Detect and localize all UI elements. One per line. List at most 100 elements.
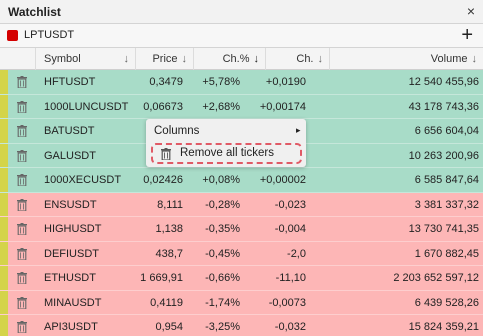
row-color-marker [0, 315, 8, 336]
cell-change-percent: -0,35% [205, 223, 240, 235]
row-color-marker [0, 70, 8, 94]
sort-arrow-icon: ↓ [471, 53, 478, 65]
sort-arrow-active-icon: ↓ [253, 53, 260, 65]
cell-symbol: HIGHUSDT [44, 223, 102, 235]
cell-change: -0,0073 [268, 296, 306, 309]
cell-change: -2,0 [287, 247, 306, 260]
menu-item-remove-all-tickers[interactable]: Remove all tickers [151, 143, 302, 164]
cell-price: 0,3479 [149, 76, 183, 88]
cell-change-percent: +5,78% [202, 76, 240, 88]
row-color-marker [0, 217, 8, 241]
table-row[interactable]: ENSUSDT 8,111 -0,28% -0,023 3 381 337,32 [0, 192, 483, 217]
trash-icon[interactable] [17, 223, 27, 235]
cell-change: +0,00174 [259, 100, 306, 113]
trash-icon[interactable] [17, 247, 27, 260]
cell-change: -0,032 [274, 321, 306, 333]
cell-change-percent: +0,08% [202, 174, 240, 186]
cell-change: +0,0190 [265, 76, 306, 88]
cell-symbol: BATUSDT [44, 125, 95, 137]
cell-volume: 13 730 741,35 [408, 223, 479, 235]
menu-item-label: Remove all tickers [180, 147, 274, 159]
sort-arrow-icon: ↓ [123, 53, 130, 65]
cell-change: -0,023 [274, 198, 306, 211]
cell-change-percent: -0,66% [205, 272, 240, 284]
cell-volume: 6 656 604,04 [414, 125, 479, 137]
row-color-marker [0, 168, 8, 192]
column-header-volume[interactable]: Volume ↓ [330, 48, 483, 70]
cell-symbol: 1000LUNCUSDT [44, 100, 129, 113]
column-header-label: Ch.% [222, 53, 250, 65]
table-header: Symbol ↓ Price ↓ Ch.% ↓ Ch. ↓ Volume ↓ [0, 48, 483, 70]
cell-price: 0,02426 [143, 174, 183, 186]
current-symbol[interactable]: LPTUSDT [24, 29, 74, 41]
row-color-marker [0, 290, 8, 314]
close-icon[interactable]: × [467, 3, 475, 19]
column-header-change-percent[interactable]: Ch.% ↓ [194, 48, 266, 70]
cell-volume: 43 178 743,36 [408, 100, 479, 113]
cell-symbol: MINAUSDT [44, 296, 102, 309]
row-color-marker [0, 266, 8, 290]
ticker-table: HFTUSDT 0,3479 +5,78% +0,0190 12 540 455,96 1… [0, 70, 483, 336]
cell-symbol: DEFIUSDT [44, 247, 99, 260]
row-color-marker [0, 143, 8, 167]
row-color-marker [0, 192, 8, 216]
trash-icon[interactable] [17, 125, 27, 137]
context-menu: Columns ▸ Remove all tickers [146, 119, 306, 167]
menu-item-columns[interactable]: Columns ▸ [154, 125, 301, 137]
cell-change-percent: +2,68% [202, 100, 240, 113]
row-color-marker [0, 241, 8, 265]
column-header-label: Symbol [44, 53, 81, 65]
table-row[interactable]: MINAUSDT 0,4119 -1,74% -0,0073 6 439 528,26 [0, 290, 483, 315]
sort-arrow-icon: ↓ [181, 53, 188, 65]
cell-volume: 3 381 337,32 [414, 198, 479, 211]
table-row[interactable]: 1000LUNCUSDT 0,06673 +2,68% +0,00174 43 178 … [0, 94, 483, 119]
cell-symbol: API3USDT [44, 321, 98, 333]
cell-symbol: 1000XECUSDT [44, 174, 122, 186]
cell-price: 8,111 [157, 198, 183, 211]
trash-icon[interactable] [17, 76, 27, 88]
trash-icon[interactable] [17, 321, 27, 333]
add-symbol-icon[interactable]: + [461, 24, 473, 46]
window-title: Watchlist [8, 5, 61, 19]
table-row[interactable]: 1000XECUSDT 0,02426 +0,08% +0,00002 6 585 84… [0, 168, 483, 193]
column-header-price[interactable]: Price ↓ [136, 48, 194, 70]
table-row[interactable]: DEFIUSDT 438,7 -0,45% -2,0 1 670 882,45 [0, 241, 483, 266]
column-header-change[interactable]: Ch. ↓ [266, 48, 330, 70]
row-color-marker [0, 119, 8, 143]
table-row[interactable]: API3USDT 0,954 -3,25% -0,032 15 824 359,21 [0, 315, 483, 336]
trash-icon[interactable] [17, 100, 27, 113]
column-header-label: Volume [430, 53, 468, 65]
column-header-symbol[interactable]: Symbol ↓ [36, 48, 136, 70]
trash-icon[interactable] [17, 198, 27, 211]
column-header-label: Ch. [296, 53, 314, 65]
cell-price: 0,06673 [143, 100, 183, 113]
trash-icon[interactable] [17, 174, 27, 186]
cell-volume: 6 585 847,64 [414, 174, 479, 186]
trash-icon[interactable] [17, 296, 27, 309]
cell-price: 1,138 [155, 223, 183, 235]
symbol-color-swatch[interactable] [7, 30, 18, 41]
cell-symbol: HFTUSDT [44, 76, 96, 88]
cell-volume: 10 263 200,96 [408, 149, 479, 162]
trash-icon[interactable] [17, 149, 27, 162]
cell-change-percent: -3,25% [205, 321, 240, 333]
cell-price: 0,4119 [150, 296, 183, 309]
sort-arrow-icon: ↓ [317, 53, 324, 65]
cell-change: -11,10 [275, 272, 306, 284]
watchlist-titlebar: Watchlist × [0, 0, 483, 24]
cell-volume: 2 203 652 597,12 [393, 272, 479, 284]
cell-volume: 6 439 528,26 [414, 296, 479, 309]
cell-symbol: ETHUSDT [44, 272, 96, 284]
cell-volume: 12 540 455,96 [408, 76, 479, 88]
column-header-label: Price [152, 53, 178, 65]
row-color-marker [0, 94, 8, 118]
symbol-bar: LPTUSDT + [0, 24, 483, 48]
cell-volume: 1 670 882,45 [414, 247, 479, 260]
table-row[interactable]: HIGHUSDT 1,138 -0,35% -0,004 13 730 741,35 [0, 217, 483, 242]
table-row[interactable]: ETHUSDT 1 669,91 -0,66% -11,10 2 203 652 597… [0, 266, 483, 291]
cell-price: 438,7 [155, 247, 183, 260]
menu-item-label: Columns [154, 125, 200, 137]
cell-change: -0,004 [274, 223, 306, 235]
trash-icon[interactable] [17, 272, 27, 284]
table-row[interactable]: HFTUSDT 0,3479 +5,78% +0,0190 12 540 455,96 [0, 70, 483, 95]
